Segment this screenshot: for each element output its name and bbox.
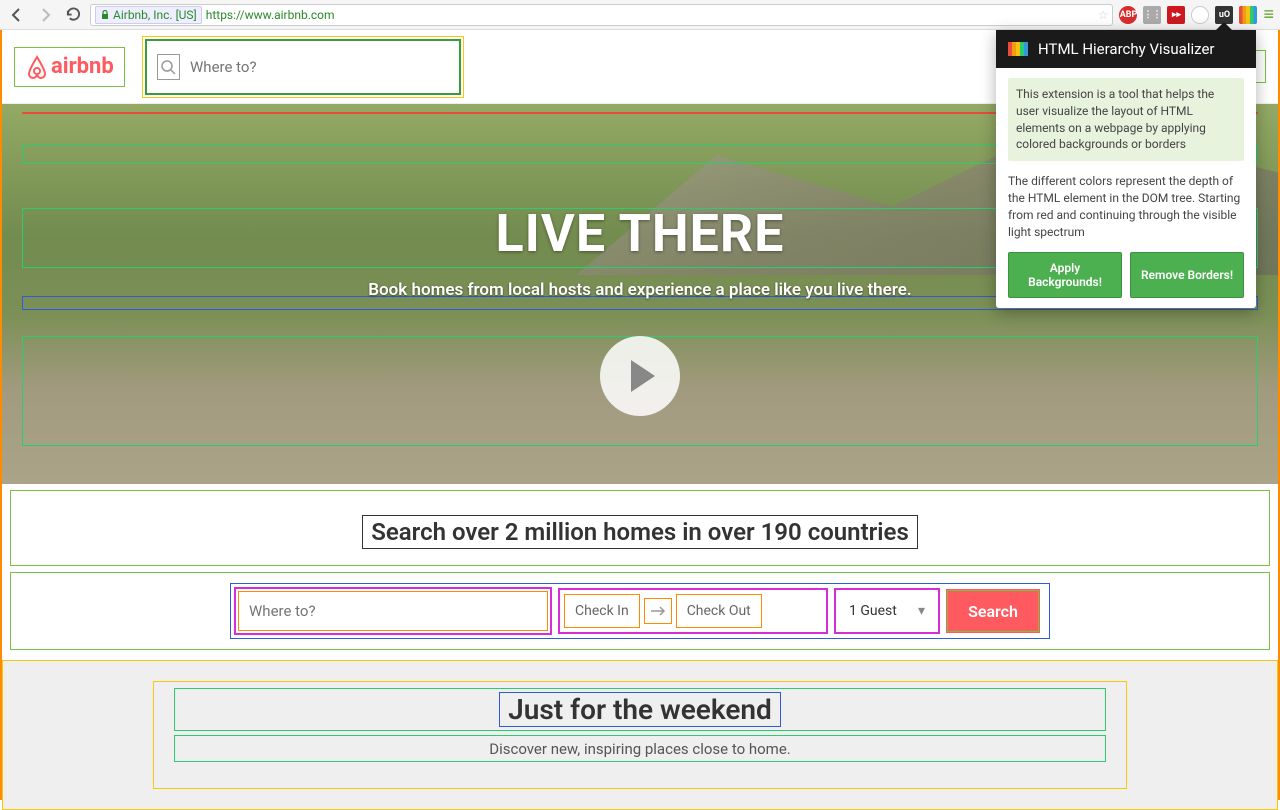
search-bar-section: Check In Check Out 1 Guest ▾ Search <box>10 572 1270 650</box>
extension-desc-2: The different colors represent the depth… <box>1008 173 1244 240</box>
ext-icon-2[interactable] <box>1191 6 1209 24</box>
youtube-icon[interactable]: ▸▸ <box>1167 6 1185 24</box>
adblock-icon[interactable]: ABP <box>1119 6 1137 24</box>
checkin-field[interactable]: Check In <box>564 594 640 628</box>
extension-logo-icon <box>1008 42 1028 56</box>
apply-backgrounds-button[interactable]: Apply Backgrounds! <box>1008 252 1122 298</box>
header-search-input[interactable] <box>190 58 449 76</box>
hero-title: LIVE THERE <box>496 203 785 264</box>
page-content: airbnb Become a Host LIVE THERE Book hom… <box>0 30 1280 800</box>
guests-select[interactable]: 1 Guest ▾ <box>840 594 934 628</box>
play-icon <box>631 360 655 392</box>
search-icon <box>157 54 180 80</box>
date-arrow-icon <box>644 598 672 624</box>
ssl-badge: Airbnb, Inc. [US] <box>95 6 202 24</box>
date-fields: Check In Check Out <box>558 588 828 634</box>
logo-text: airbnb <box>51 54 114 79</box>
where-input[interactable] <box>238 591 548 631</box>
url-text: https://www.airbnb.com <box>206 8 335 22</box>
guests-field-wrap: 1 Guest ▾ <box>834 588 940 634</box>
search-button[interactable]: Search <box>946 589 1040 633</box>
remove-borders-button[interactable]: Remove Borders! <box>1130 252 1244 298</box>
browser-toolbar: Airbnb, Inc. [US] https://www.airbnb.com… <box>0 0 1280 30</box>
ssl-label: Airbnb, Inc. [US] <box>113 8 197 22</box>
logo-mark-icon <box>25 54 49 80</box>
forward-button[interactable] <box>34 4 56 26</box>
extension-icons: ABP ⋮⋮ ▸▸ uO ≡ <box>1119 4 1274 25</box>
extension-desc-1: This extension is a tool that helps the … <box>1008 78 1244 161</box>
address-bar[interactable]: Airbnb, Inc. [US] https://www.airbnb.com… <box>90 4 1113 26</box>
header-search[interactable] <box>145 39 461 95</box>
ublock-icon[interactable]: uO <box>1215 6 1233 24</box>
search-title: Search over 2 million homes in over 190 … <box>362 515 918 549</box>
hamburger-menu-icon[interactable]: ≡ <box>1263 4 1274 25</box>
checkout-field[interactable]: Check Out <box>676 594 762 628</box>
extension-popup: HTML Hierarchy Visualizer This extension… <box>996 30 1256 308</box>
logo[interactable]: airbnb <box>14 47 125 87</box>
chevron-down-icon: ▾ <box>918 603 925 619</box>
weekend-subtitle: Discover new, inspiring places close to … <box>489 740 791 758</box>
search-bar: Check In Check Out 1 Guest ▾ Search <box>230 583 1050 639</box>
extension-header: HTML Hierarchy Visualizer <box>996 30 1256 68</box>
lock-icon <box>100 10 110 20</box>
where-field-wrap <box>234 587 552 635</box>
extension-title: HTML Hierarchy Visualizer <box>1038 40 1214 58</box>
star-icon[interactable]: ☆ <box>1098 8 1109 22</box>
guests-label: 1 Guest <box>849 603 897 619</box>
reload-button[interactable] <box>62 4 84 26</box>
weekend-section: Just for the weekend Discover new, inspi… <box>2 660 1278 810</box>
weekend-title: Just for the weekend <box>499 692 781 727</box>
hero-subtitle: Book homes from local hosts and experien… <box>368 280 912 300</box>
play-button[interactable] <box>600 336 680 416</box>
search-title-section: Search over 2 million homes in over 190 … <box>10 490 1270 566</box>
visualizer-ext-icon[interactable] <box>1239 6 1257 24</box>
back-button[interactable] <box>6 4 28 26</box>
ext-icon-1[interactable]: ⋮⋮ <box>1143 6 1161 24</box>
